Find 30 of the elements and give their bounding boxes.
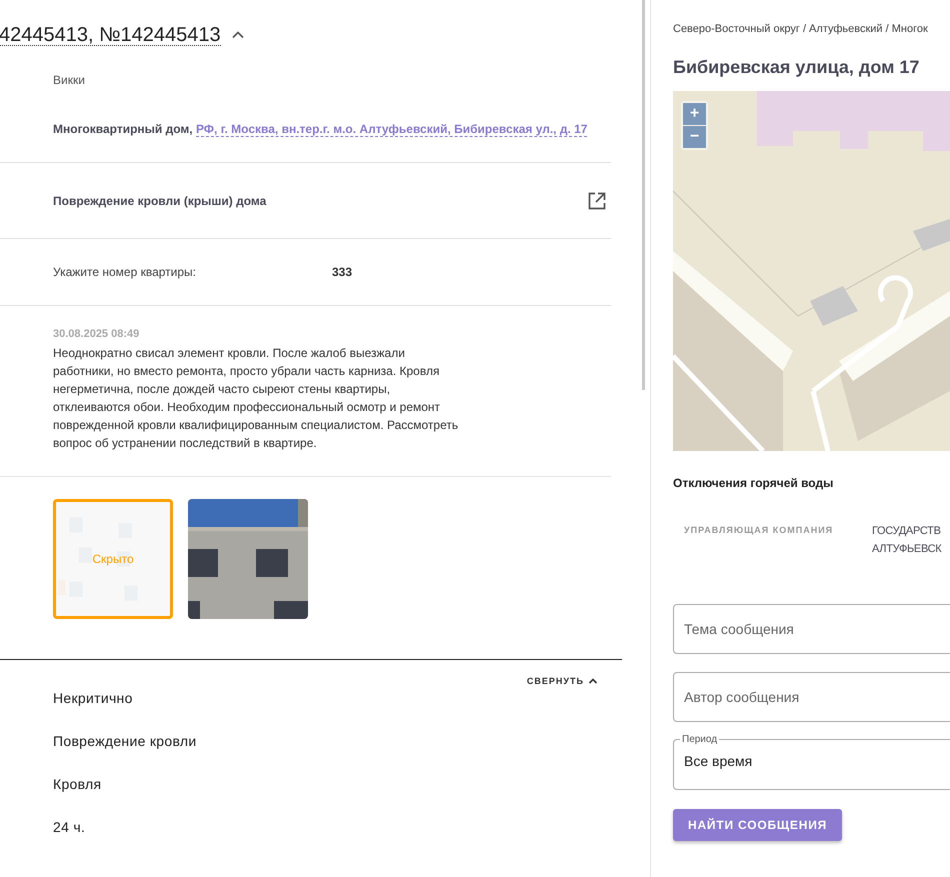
- flat-label: Укажите номер квартиры:: [53, 265, 198, 279]
- notice-link[interactable]: Отключения горячей воды: [673, 476, 950, 490]
- flat-value: 333: [332, 265, 352, 279]
- author-name: Викки: [53, 72, 86, 87]
- breadcrumb[interactable]: Северо-Восточный округ / Алтуфьевский / Многок: [673, 23, 950, 35]
- company-label: УПРАВЛЯЮЩАЯ КОМПАНИЯ: [683, 524, 834, 537]
- detail-value: 24 ч.: [53, 818, 86, 837]
- hidden-photo-frame[interactable]: Скрыто: [53, 499, 173, 619]
- company-name: АЛТУФЬЕВСК: [872, 542, 942, 557]
- detail-value: Некритично: [53, 689, 134, 708]
- zoom-in-button[interactable]: +: [683, 103, 706, 125]
- external-link-icon[interactable]: [588, 192, 606, 210]
- house-type: Многоквартирный дом,: [53, 122, 193, 136]
- map[interactable]: + −: [673, 91, 950, 451]
- detail-value: Кровля: [53, 775, 102, 794]
- period-select[interactable]: Период Все время: [673, 734, 950, 790]
- house-title: Бибиревская улица, дом 17: [673, 57, 920, 78]
- category-name: Повреждение кровли (крыши) дома: [53, 194, 266, 208]
- find-button[interactable]: НАЙТИ СООБЩЕНИЯ: [673, 809, 842, 841]
- collapse-button[interactable]: СВЕРНУТЬ: [524, 674, 600, 688]
- hidden-label: Скрыто: [92, 552, 134, 566]
- message-text: Неоднократно свисал элемент кровли. После жалоб выезжали работники, но вместо ремонта, просто убрали часть карниза. Кровля негерметична, после дождей часто сыреют стены квартиры, отклеиваются обои. Необходим профессиональный осмотр и ремонт поврежденной кровли квалифицированным специалистом. Рассмотреть вопрос об устранении последствий в квартире.: [53, 345, 460, 452]
- zoom-out-button[interactable]: −: [683, 126, 706, 148]
- search-field[interactable]: Тема сообщения: [673, 604, 950, 654]
- address-link[interactable]: РФ, г. Москва, вн.тер.г. м.о. Алтуфьевский, Бибиревская ул., д. 17: [196, 122, 588, 137]
- caret-icon: [588, 676, 598, 686]
- search-field[interactable]: Автор сообщения: [673, 672, 950, 722]
- company-name: ГОСУДАРСТВ: [872, 524, 942, 539]
- detail-value: Повреждение кровли: [53, 732, 198, 751]
- message-date: 30.08.2025 08:49: [53, 328, 140, 340]
